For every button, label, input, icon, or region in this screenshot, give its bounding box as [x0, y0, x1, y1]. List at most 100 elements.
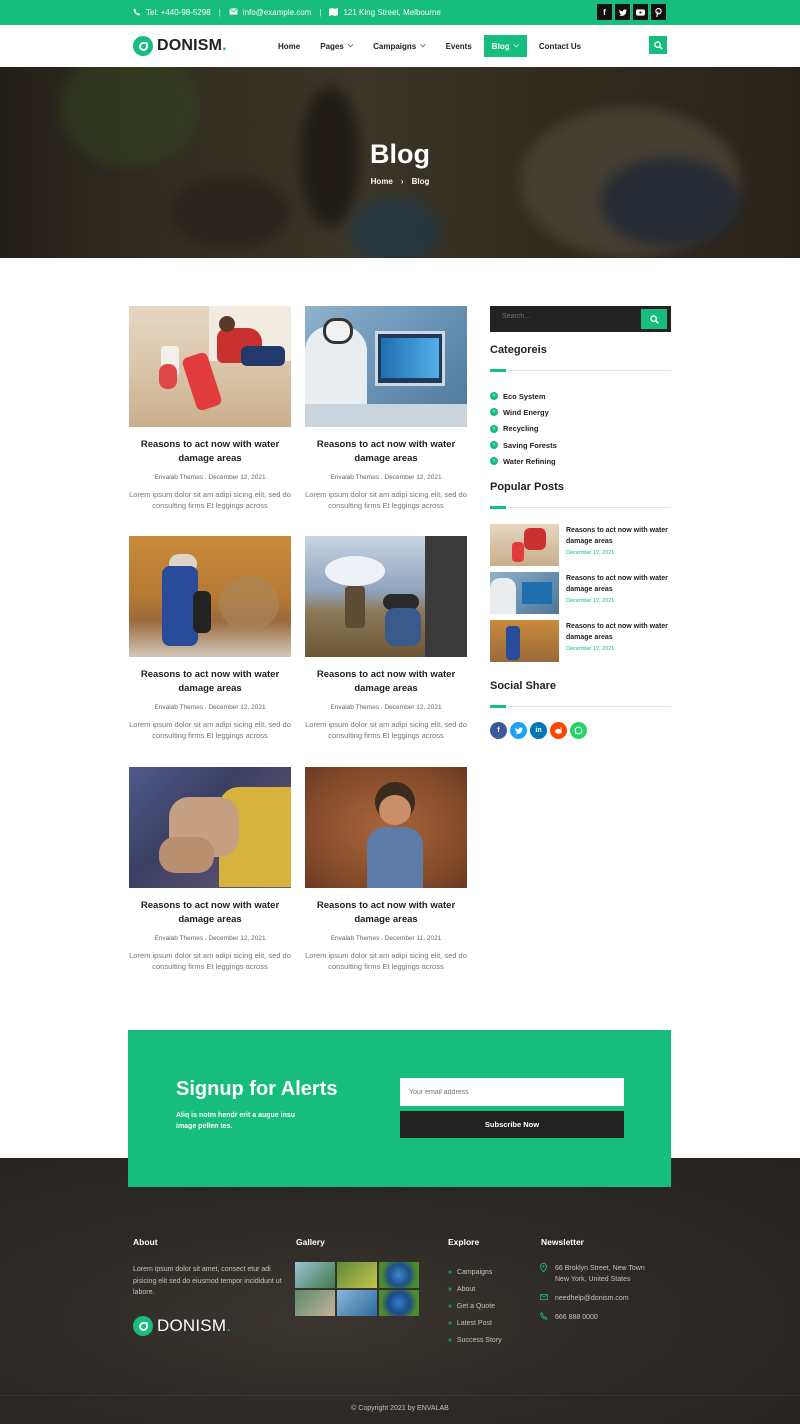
footer-link[interactable]: » Campaigns: [448, 1264, 502, 1281]
popular-post-thumb[interactable]: [490, 572, 559, 614]
gallery-image[interactable]: [295, 1290, 335, 1316]
popular-post-title[interactable]: Reasons to act now with water damage are…: [566, 573, 674, 595]
footer-link[interactable]: » About: [448, 1281, 502, 1298]
sidebar-search-input[interactable]: [502, 313, 622, 320]
post-meta: Envalab Themes . December 12, 2021: [154, 704, 266, 711]
post-image[interactable]: [305, 767, 467, 888]
nav-home[interactable]: Home: [270, 35, 308, 57]
address-info: 121 King Street, Melbourne: [329, 7, 441, 18]
post-image[interactable]: [305, 536, 467, 657]
location-pin-icon: [539, 1263, 549, 1285]
footer-email[interactable]: needhelp@donism.com: [540, 1293, 629, 1304]
footer-link[interactable]: » Get a Quote: [448, 1298, 502, 1315]
email-field[interactable]: [400, 1078, 624, 1106]
sidebar-search: [490, 306, 671, 332]
nav-campaigns[interactable]: Campaigns ⌵: [365, 35, 433, 57]
footer-logo[interactable]: DONISM.: [133, 1316, 231, 1336]
post-image[interactable]: [129, 767, 291, 888]
nav-events[interactable]: Events: [438, 35, 480, 57]
nav-pages[interactable]: Pages ⌵: [312, 35, 361, 57]
main-nav: Home Pages ⌵ Campaigns ⌵ Events Blog ⌵ Cont…: [270, 35, 589, 57]
post-title[interactable]: Reasons to act now with water damage are…: [305, 438, 467, 466]
facebook-icon[interactable]: f: [597, 4, 612, 20]
section-divider: [490, 369, 671, 372]
popular-post-item[interactable]: Reasons to act now with water damage are…: [490, 572, 671, 614]
categories-title: Categoreis: [490, 344, 547, 356]
post-image[interactable]: [305, 306, 467, 427]
reddit-icon[interactable]: [550, 722, 567, 739]
sidebar-search-button[interactable]: [641, 309, 667, 329]
page-hero: Blog Home › Blog: [0, 67, 800, 258]
double-chevron-icon: »: [448, 1303, 452, 1311]
facebook-icon[interactable]: f: [490, 722, 507, 739]
popular-post-item[interactable]: Reasons to act now with water damage are…: [490, 620, 671, 662]
footer-about-text: Lorem ipsum dolor sit amet, consect etur…: [133, 1266, 282, 1296]
whatsapp-icon[interactable]: [570, 722, 587, 739]
breadcrumb: Home › Blog: [0, 177, 800, 186]
post-excerpt: Lorem ipsum dolor sit am adipi sicing el…: [305, 490, 467, 510]
blog-post-card: Reasons to act now with water damage are…: [305, 767, 467, 972]
post-image[interactable]: [129, 536, 291, 657]
nav-blog[interactable]: Blog ⌵: [483, 35, 527, 57]
popular-post-thumb[interactable]: [490, 524, 559, 566]
phone-info[interactable]: Tel: +440-98-5298: [133, 8, 211, 18]
chevron-down-icon: ⌵: [513, 42, 519, 49]
post-meta: Envalab Themes . December 12, 2021: [330, 704, 442, 711]
gallery-image[interactable]: [295, 1262, 335, 1288]
footer-link[interactable]: » Success Story: [448, 1332, 502, 1349]
twitter-icon[interactable]: [615, 4, 630, 20]
popular-post-item[interactable]: Reasons to act now with water damage are…: [490, 524, 671, 566]
category-item[interactable]: › Wind Energy: [490, 404, 557, 420]
post-meta: Envalab Themes . December 12, 2021: [154, 935, 266, 942]
category-item[interactable]: › Recycling: [490, 421, 557, 437]
phone-icon: [540, 1312, 549, 1324]
mail-icon: [540, 1293, 549, 1304]
popular-post-title[interactable]: Reasons to act now with water damage are…: [566, 621, 674, 643]
breadcrumb-home[interactable]: Home: [371, 177, 393, 186]
search-icon: [649, 314, 659, 324]
popular-post-thumb[interactable]: [490, 620, 559, 662]
post-title[interactable]: Reasons to act now with water damage are…: [305, 899, 467, 927]
post-excerpt: Lorem ipsum dolor sit am adipi sicing el…: [129, 720, 291, 740]
copyright-text: © Copyright 2021 by ENVALAB: [351, 1405, 449, 1412]
category-item[interactable]: › Saving Forests: [490, 437, 557, 453]
post-meta: Envalab Themes . December 11, 2021: [330, 935, 442, 942]
header-search-button[interactable]: [649, 36, 667, 54]
top-bar: Tel: +440-98-5298 | info@example.com | 1…: [0, 0, 800, 25]
footer-link[interactable]: » Latest Post: [448, 1315, 502, 1332]
site-logo[interactable]: DONISM.: [133, 36, 227, 56]
double-chevron-icon: »: [448, 1286, 452, 1294]
chevron-down-icon: ⌵: [347, 42, 354, 49]
gallery-image[interactable]: [337, 1262, 377, 1288]
gallery-image[interactable]: [337, 1290, 377, 1316]
section-divider: [490, 506, 671, 509]
social-share-title: Social Share: [490, 680, 557, 692]
footer-address: 66 Broklyn Street, New Town New York, Un…: [539, 1263, 655, 1285]
nav-contact[interactable]: Contact Us: [531, 35, 589, 57]
footer-explore-title: Explore: [448, 1237, 480, 1247]
post-title[interactable]: Reasons to act now with water damage are…: [129, 668, 291, 696]
subscribe-button[interactable]: Subscribe Now: [400, 1111, 624, 1138]
blog-post-card: Reasons to act now with water damage are…: [129, 767, 291, 972]
blog-post-card: Reasons to act now with water damage are…: [305, 536, 467, 741]
gallery-image[interactable]: [379, 1262, 419, 1288]
divider: |: [218, 8, 221, 17]
popular-post-title[interactable]: Reasons to act now with water damage are…: [566, 525, 674, 547]
youtube-icon[interactable]: [633, 4, 648, 20]
category-item[interactable]: › Water Refining: [490, 453, 557, 469]
popular-post-date: December 12, 2021: [566, 646, 615, 652]
footer-about-title: About: [133, 1237, 158, 1247]
footer-phone[interactable]: 666 888 0000: [540, 1312, 598, 1324]
post-title[interactable]: Reasons to act now with water damage are…: [129, 899, 291, 927]
arrow-right-icon: ›: [490, 457, 498, 466]
post-title[interactable]: Reasons to act now with water damage are…: [305, 668, 467, 696]
email-info[interactable]: info@example.com: [229, 8, 311, 17]
post-title[interactable]: Reasons to act now with water damage are…: [129, 438, 291, 466]
gallery-image[interactable]: [379, 1290, 419, 1316]
category-item[interactable]: › Eco System: [490, 388, 557, 404]
linkedin-icon[interactable]: in: [530, 722, 547, 739]
pinterest-icon[interactable]: [651, 4, 666, 20]
twitter-icon[interactable]: [510, 722, 527, 739]
footer-gallery: [295, 1262, 419, 1316]
post-image[interactable]: [129, 306, 291, 427]
